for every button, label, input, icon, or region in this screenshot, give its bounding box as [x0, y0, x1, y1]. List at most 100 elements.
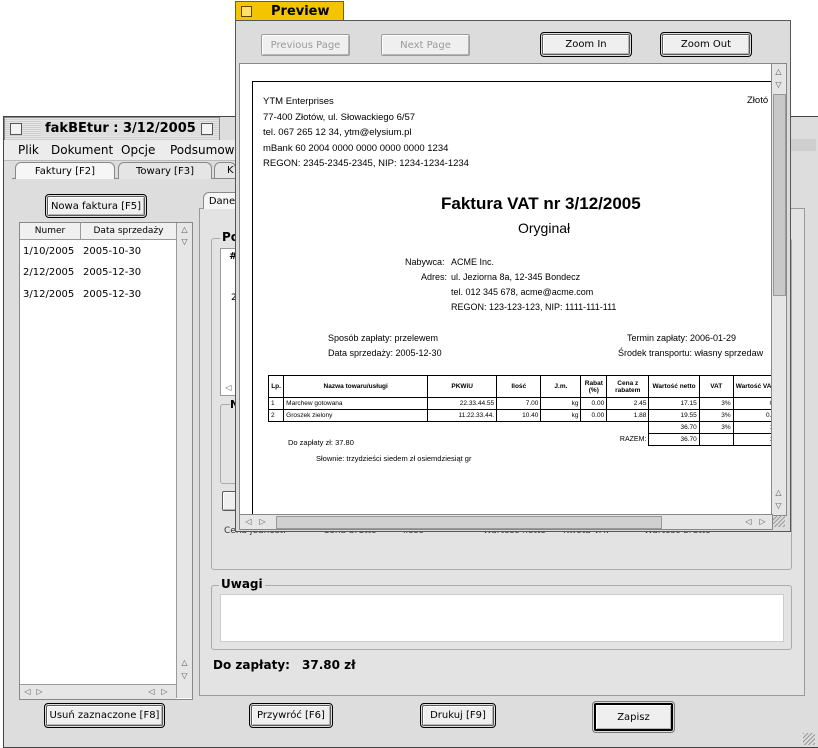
th-vat: VAT	[698, 375, 734, 398]
scroll-up-arrow-icon[interactable]: △	[179, 657, 190, 668]
list-header-date[interactable]: Data sprzedaży	[81, 223, 176, 240]
zoom-in-button-label: Zoom In	[565, 39, 607, 50]
tab-invoices[interactable]: Faktury [F2]	[15, 162, 115, 179]
scroll-right-arrow-icon[interactable]: ▷	[159, 686, 170, 697]
tab-products[interactable]: Towary [F3]	[118, 162, 212, 179]
new-invoice-button[interactable]: Nowa faktura [F5]	[45, 194, 147, 218]
menu-file[interactable]: Plik	[18, 143, 39, 157]
scroll-left-arrow-icon[interactable]: ◁	[22, 686, 33, 697]
preview-canvas[interactable]: YTM Enterprises 77-400 Złotów, ul. Słowa…	[239, 63, 773, 516]
restore-button[interactable]: Przywróć [F6]	[249, 703, 333, 728]
scroll-left-arrow-icon[interactable]: ◁	[223, 382, 234, 393]
resize-grip-icon[interactable]	[803, 733, 815, 745]
list-row[interactable]: 3/12/2005 2005-12-30	[20, 287, 176, 305]
menu-options[interactable]: Opcje	[121, 143, 155, 157]
preview-tab[interactable]: Preview	[235, 1, 344, 22]
menu-document[interactable]: Dokument	[51, 143, 113, 157]
zoom-in-button[interactable]: Zoom In	[540, 32, 632, 57]
delete-selected-button-label: Usuń zaznaczone [F8]	[49, 710, 160, 721]
next-page-button[interactable]: Next Page	[381, 34, 470, 56]
scroll-right-arrow-icon[interactable]: ▷	[34, 686, 45, 697]
total-value: 37.80 zł	[302, 658, 356, 672]
payment-term: Termin zapłaty: 2006-01-29	[627, 333, 737, 343]
tab-customers[interactable]: K	[214, 162, 236, 178]
save-button[interactable]: Zapisz	[592, 701, 675, 733]
razem-vat-value: 1.	[732, 433, 772, 446]
scroll-left-arrow-icon[interactable]: ◁	[743, 516, 754, 527]
zoom-out-button[interactable]: Zoom Out	[660, 32, 752, 57]
scroll-up-arrow-icon[interactable]: △	[773, 487, 784, 498]
cell-lp: 1	[267, 397, 285, 410]
scroll-down-arrow-icon[interactable]: ▽	[773, 500, 784, 511]
scroll-up-arrow-icon[interactable]: △	[773, 66, 784, 77]
preview-close-box-icon[interactable]	[241, 6, 252, 17]
cell-unit: kg	[540, 397, 582, 410]
print-button-label: Drukuj [F9]	[430, 710, 486, 721]
scroll-down-arrow-icon[interactable]: ▽	[179, 236, 190, 247]
invoice-page: YTM Enterprises 77-400 Złotów, ul. Słowa…	[252, 81, 772, 515]
notes-title: Uwagi	[219, 577, 265, 591]
cell-qty: 7.00	[496, 397, 542, 410]
zoom-box-icon[interactable]	[201, 123, 213, 135]
vertical-scroll-thumb[interactable]	[773, 94, 786, 296]
cell-price: 1.88	[606, 409, 650, 422]
seller-line: 77-400 Złotów, ul. Słowackiego 6/57	[263, 111, 416, 123]
seller-block: YTM Enterprises 77-400 Złotów, ul. Słowa…	[263, 94, 469, 172]
save-button-label: Zapisz	[617, 711, 650, 723]
list-cell-number: 3/12/2005	[23, 289, 75, 300]
list-horizontal-scrollbar[interactable]: ◁ ▷ ◁ ▷	[20, 684, 176, 699]
print-button[interactable]: Drukuj [F9]	[420, 703, 496, 728]
invoice-list[interactable]: Numer Data sprzedaży 1/10/2005 2005-10-3…	[19, 222, 193, 700]
new-invoice-button-label: Nowa faktura [F5]	[50, 200, 142, 212]
razem-net: 36.70	[648, 433, 700, 446]
delete-selected-button[interactable]: Usuń zaznaczone [F8]	[44, 703, 165, 728]
preview-title: Preview	[271, 4, 330, 19]
scroll-up-arrow-icon[interactable]: △	[179, 224, 190, 235]
th-vat-value: Wartość VAT	[732, 375, 772, 398]
buyer-ids: REGON: 123-123-123, NIP: 1111-111-111	[451, 302, 617, 312]
th-rabat: Rabat (%)	[580, 375, 608, 398]
preview-horizontal-scrollbar[interactable]: ◁ ▷ ◁ ▷	[239, 514, 773, 530]
razem-label: RAZEM:	[619, 436, 647, 443]
list-header-number[interactable]: Numer	[20, 223, 81, 240]
tab-invoices-label: Faktury [F2]	[34, 165, 96, 177]
cell-rabat: 0.00	[580, 397, 608, 410]
th-name: Nazwa towaru/usługi	[283, 375, 429, 398]
list-row[interactable]: 1/10/2005 2005-10-30	[20, 244, 176, 262]
previous-page-button[interactable]: Previous Page	[261, 34, 350, 56]
menu-bar: Plik Dokument Opcje Podsumowan	[4, 140, 249, 161]
scroll-left-arrow-icon[interactable]: ◁	[146, 686, 157, 697]
notes-textarea[interactable]	[220, 594, 784, 642]
buyer-phone: tel. 012 345 678, acme@acme.com	[451, 287, 594, 297]
list-cell-date: 2005-10-30	[83, 246, 142, 257]
preview-resize-grip-icon[interactable]	[773, 515, 785, 527]
subtotal-row: 36.70 3% 1.	[269, 421, 772, 434]
zoom-out-button-label: Zoom Out	[680, 39, 732, 50]
seller-line: mBank 60 2004 0000 0000 0000 0000 1234	[263, 142, 449, 154]
list-row[interactable]: 2/12/2005 2005-12-30	[20, 265, 176, 283]
buyer-address: ul. Jeziorna 8a, 12-345 Bondecz	[451, 272, 581, 282]
subtotal-vat: 3%	[698, 421, 734, 434]
list-vertical-scrollbar[interactable]: △ ▽ △ ▽	[176, 223, 192, 698]
main-window-titlebar-right	[790, 139, 816, 151]
cell-net: 19.55	[648, 409, 700, 422]
close-box-icon[interactable]	[10, 123, 22, 135]
scroll-left-arrow-icon[interactable]: ◁	[243, 516, 254, 527]
cell-name: Marchew gotowana	[283, 397, 429, 410]
th-unit: J.m.	[540, 375, 582, 398]
horizontal-scroll-thumb[interactable]	[276, 516, 662, 529]
invoice-title: Faktura VAT nr 3/12/2005	[441, 194, 641, 213]
preview-vertical-scrollbar[interactable]: △ ▽ △ ▽	[771, 63, 787, 516]
list-header-number-label: Numer	[34, 226, 66, 236]
scroll-down-arrow-icon[interactable]: ▽	[773, 79, 784, 90]
scroll-right-arrow-icon[interactable]: ▷	[757, 516, 768, 527]
main-window-titlebar[interactable]: fakBEtur : 3/12/2005	[4, 117, 220, 141]
payment-method: Sposób zapłaty: przelewem	[328, 333, 439, 343]
list-cell-date: 2005-12-30	[83, 267, 142, 278]
scroll-down-arrow-icon[interactable]: ▽	[179, 670, 190, 681]
subtotal-vat-value: 1.	[732, 421, 772, 434]
scroll-right-arrow-icon[interactable]: ▷	[257, 516, 268, 527]
cell-net: 17.15	[648, 397, 700, 410]
issue-place: Złotó	[747, 95, 769, 106]
list-header-date-label: Data sprzedaży	[93, 226, 164, 236]
